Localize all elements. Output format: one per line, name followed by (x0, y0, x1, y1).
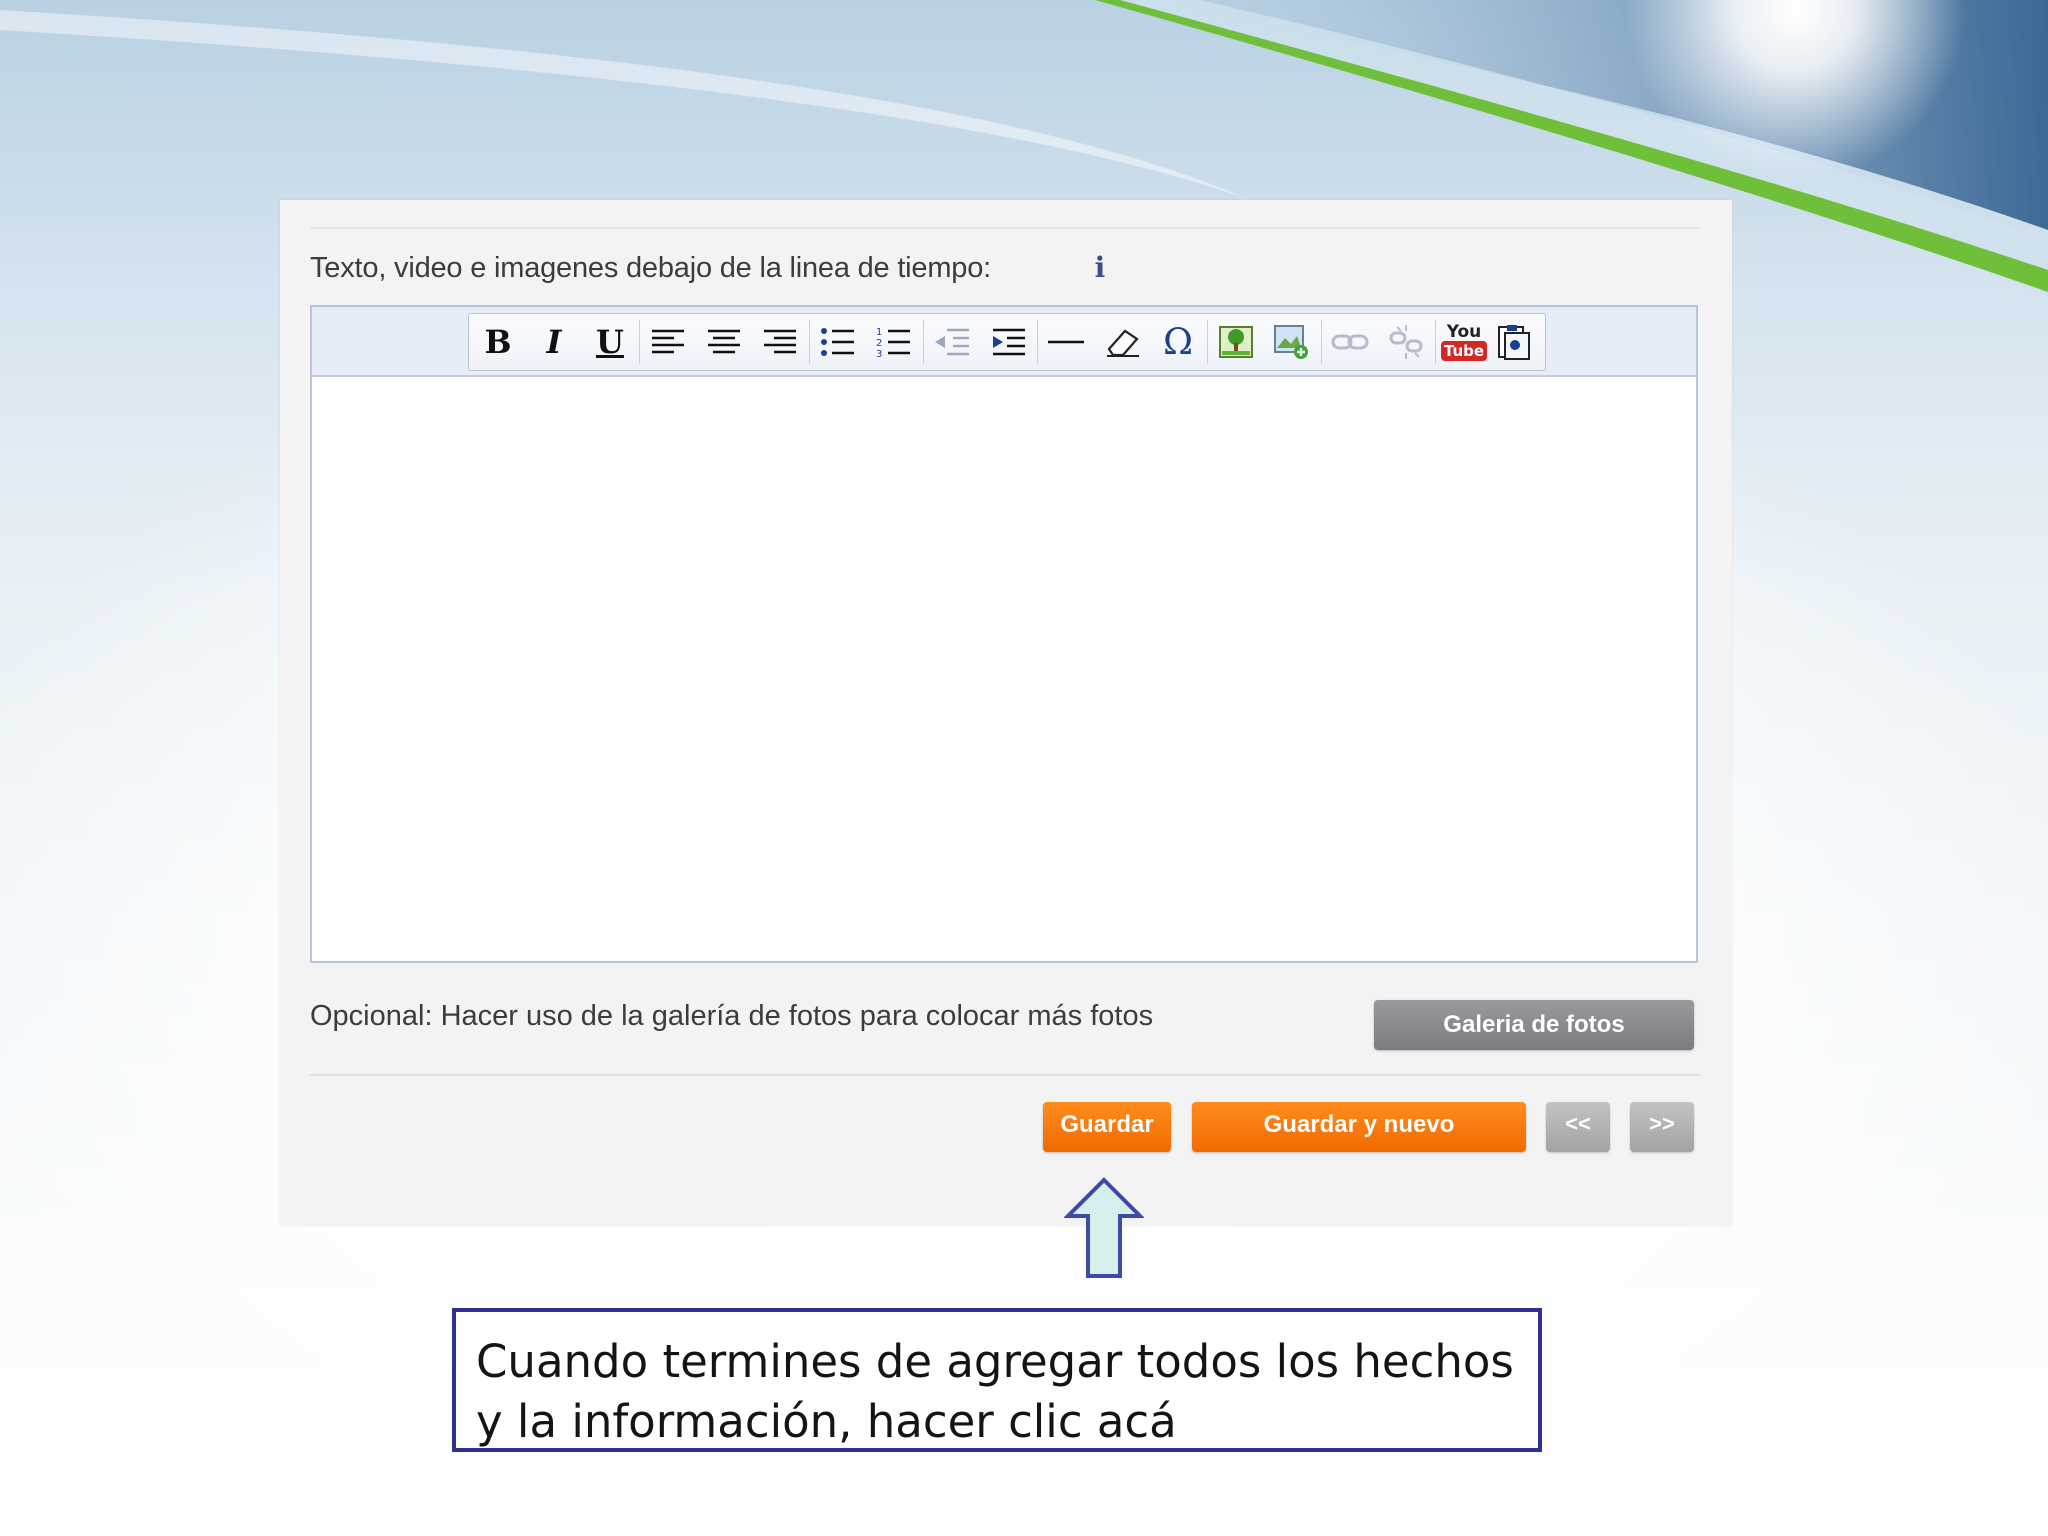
italic-icon[interactable]: I (527, 317, 581, 367)
toolbar-separator (1321, 320, 1322, 364)
callout-text: Cuando termines de agregar todos los hec… (476, 1335, 1514, 1448)
paste-icon[interactable] (1487, 317, 1541, 367)
bulleted-list-icon[interactable] (811, 317, 865, 367)
gallery-hint: Opcional: Hacer uso de la galería de fot… (310, 1000, 1154, 1032)
underline-icon[interactable]: U (583, 317, 637, 367)
actions-divider (310, 1074, 1700, 1076)
next-button[interactable]: >> (1630, 1102, 1694, 1152)
editor-label: Texto, video e imagenes debajo de la lin… (310, 252, 992, 284)
save-and-new-button[interactable]: Guardar y nuevo (1192, 1102, 1526, 1152)
instruction-callout: Cuando termines de agregar todos los hec… (452, 1308, 1542, 1452)
unlink-icon[interactable] (1379, 317, 1433, 367)
photo-gallery-button[interactable]: Galeria de fotos (1374, 1000, 1694, 1050)
omega-icon[interactable]: Ω (1151, 317, 1205, 367)
toolbar-separator (639, 320, 640, 364)
link-icon[interactable] (1323, 317, 1377, 367)
toolbar-separator (809, 320, 810, 364)
align-right-icon[interactable] (753, 317, 807, 367)
horizontal-rule-icon[interactable] (1039, 317, 1093, 367)
eraser-icon[interactable] (1095, 317, 1149, 367)
toolbar-separator (1037, 320, 1038, 364)
toolbar-separator (1207, 320, 1208, 364)
rich-text-editor: B I U 123 Ω You Tube (310, 305, 1698, 963)
editor-toolbar: B I U 123 Ω You Tube (468, 313, 1546, 371)
info-icon[interactable]: i (1088, 252, 1112, 284)
previous-button[interactable]: << (1546, 1102, 1610, 1152)
svg-text:2: 2 (876, 338, 882, 349)
toolbar-separator (923, 320, 924, 364)
align-center-icon[interactable] (697, 317, 751, 367)
svg-text:3: 3 (876, 349, 882, 358)
editor-toolbar-bar: B I U 123 Ω You Tube (312, 307, 1696, 377)
align-left-icon[interactable] (641, 317, 695, 367)
youtube-icon-tube: Tube (1440, 341, 1488, 361)
bold-icon[interactable]: B (471, 317, 525, 367)
save-button[interactable]: Guardar (1043, 1102, 1171, 1152)
indent-icon[interactable] (981, 317, 1035, 367)
up-arrow-icon (1064, 1177, 1144, 1278)
youtube-icon-you: You (1446, 322, 1482, 342)
editor-content-area[interactable] (312, 377, 1696, 961)
form-panel: Texto, video e imagenes debajo de la lin… (280, 200, 1732, 1226)
top-divider (310, 227, 1700, 229)
image-icon[interactable] (1209, 317, 1263, 367)
numbered-list-icon[interactable]: 123 (867, 317, 921, 367)
insert-image-icon[interactable] (1265, 317, 1319, 367)
toolbar-separator (1435, 320, 1436, 364)
svg-text:1: 1 (876, 327, 882, 338)
outdent-icon[interactable] (925, 317, 979, 367)
youtube-icon[interactable]: You Tube (1437, 317, 1491, 367)
